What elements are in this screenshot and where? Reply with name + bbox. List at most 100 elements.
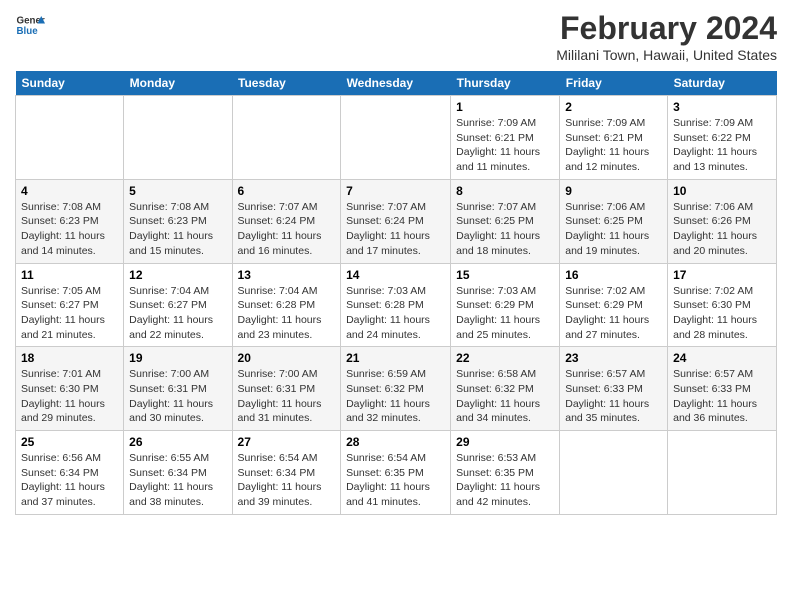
day-info: Sunrise: 7:08 AM Sunset: 6:23 PM Dayligh… bbox=[129, 200, 226, 259]
calendar-cell bbox=[560, 431, 668, 515]
logo-icon: General Blue bbox=[15, 10, 45, 40]
calendar-cell: 20 Sunrise: 7:00 AM Sunset: 6:31 PM Dayli… bbox=[232, 347, 341, 431]
calendar-cell: 11 Sunrise: 7:05 AM Sunset: 6:27 PM Dayli… bbox=[16, 263, 124, 347]
calendar-cell: 21 Sunrise: 6:59 AM Sunset: 6:32 PM Dayli… bbox=[341, 347, 451, 431]
day-info: Sunrise: 7:08 AM Sunset: 6:23 PM Dayligh… bbox=[21, 200, 118, 259]
day-info: Sunrise: 6:54 AM Sunset: 6:34 PM Dayligh… bbox=[238, 451, 336, 510]
calendar-cell: 19 Sunrise: 7:00 AM Sunset: 6:31 PM Dayli… bbox=[124, 347, 232, 431]
calendar-cell: 29 Sunrise: 6:53 AM Sunset: 6:35 PM Dayli… bbox=[451, 431, 560, 515]
day-info: Sunrise: 7:06 AM Sunset: 6:26 PM Dayligh… bbox=[673, 200, 771, 259]
calendar-cell: 10 Sunrise: 7:06 AM Sunset: 6:26 PM Dayli… bbox=[668, 179, 777, 263]
day-info: Sunrise: 6:57 AM Sunset: 6:33 PM Dayligh… bbox=[673, 367, 771, 426]
day-info: Sunrise: 6:59 AM Sunset: 6:32 PM Dayligh… bbox=[346, 367, 445, 426]
calendar-cell: 18 Sunrise: 7:01 AM Sunset: 6:30 PM Dayli… bbox=[16, 347, 124, 431]
day-header-saturday: Saturday bbox=[668, 71, 777, 96]
day-number: 16 bbox=[565, 268, 662, 282]
calendar-cell: 27 Sunrise: 6:54 AM Sunset: 6:34 PM Dayli… bbox=[232, 431, 341, 515]
logo: General Blue bbox=[15, 10, 45, 40]
day-headers-row: SundayMondayTuesdayWednesdayThursdayFrid… bbox=[16, 71, 777, 96]
day-info: Sunrise: 7:09 AM Sunset: 6:22 PM Dayligh… bbox=[673, 116, 771, 175]
day-info: Sunrise: 7:01 AM Sunset: 6:30 PM Dayligh… bbox=[21, 367, 118, 426]
day-header-monday: Monday bbox=[124, 71, 232, 96]
day-number: 3 bbox=[673, 100, 771, 114]
calendar-cell: 14 Sunrise: 7:03 AM Sunset: 6:28 PM Dayli… bbox=[341, 263, 451, 347]
day-info: Sunrise: 7:00 AM Sunset: 6:31 PM Dayligh… bbox=[129, 367, 226, 426]
calendar-cell bbox=[16, 96, 124, 180]
day-number: 13 bbox=[238, 268, 336, 282]
day-info: Sunrise: 7:04 AM Sunset: 6:28 PM Dayligh… bbox=[238, 284, 336, 343]
day-number: 19 bbox=[129, 351, 226, 365]
day-info: Sunrise: 7:02 AM Sunset: 6:29 PM Dayligh… bbox=[565, 284, 662, 343]
calendar-cell: 15Sunrise: 7:03 AM Sunset: 6:29 PM Dayli… bbox=[451, 263, 560, 347]
day-number: 29 bbox=[456, 435, 554, 449]
calendar-cell: 24 Sunrise: 6:57 AM Sunset: 6:33 PM Dayli… bbox=[668, 347, 777, 431]
calendar-week-3: 11 Sunrise: 7:05 AM Sunset: 6:27 PM Dayli… bbox=[16, 263, 777, 347]
day-info: Sunrise: 7:02 AM Sunset: 6:30 PM Dayligh… bbox=[673, 284, 771, 343]
calendar-week-5: 25Sunrise: 6:56 AM Sunset: 6:34 PM Dayli… bbox=[16, 431, 777, 515]
day-number: 2 bbox=[565, 100, 662, 114]
calendar-cell: 23 Sunrise: 6:57 AM Sunset: 6:33 PM Dayli… bbox=[560, 347, 668, 431]
day-number: 20 bbox=[238, 351, 336, 365]
calendar-week-4: 18 Sunrise: 7:01 AM Sunset: 6:30 PM Dayli… bbox=[16, 347, 777, 431]
day-info: Sunrise: 6:58 AM Sunset: 6:32 PM Dayligh… bbox=[456, 367, 554, 426]
day-number: 26 bbox=[129, 435, 226, 449]
calendar-cell: 4 Sunrise: 7:08 AM Sunset: 6:23 PM Daylig… bbox=[16, 179, 124, 263]
calendar-week-1: 1 Sunrise: 7:09 AM Sunset: 6:21 PM Daylig… bbox=[16, 96, 777, 180]
page-title: February 2024 bbox=[556, 10, 777, 47]
day-header-wednesday: Wednesday bbox=[341, 71, 451, 96]
day-number: 14 bbox=[346, 268, 445, 282]
calendar-cell: 5 Sunrise: 7:08 AM Sunset: 6:23 PM Daylig… bbox=[124, 179, 232, 263]
day-header-sunday: Sunday bbox=[16, 71, 124, 96]
day-info: Sunrise: 7:03 AM Sunset: 6:28 PM Dayligh… bbox=[346, 284, 445, 343]
page-subtitle: Mililani Town, Hawaii, United States bbox=[556, 47, 777, 63]
day-number: 5 bbox=[129, 184, 226, 198]
day-number: 10 bbox=[673, 184, 771, 198]
day-info: Sunrise: 7:09 AM Sunset: 6:21 PM Dayligh… bbox=[456, 116, 554, 175]
day-number: 22 bbox=[456, 351, 554, 365]
calendar-week-2: 4 Sunrise: 7:08 AM Sunset: 6:23 PM Daylig… bbox=[16, 179, 777, 263]
calendar-table: SundayMondayTuesdayWednesdayThursdayFrid… bbox=[15, 71, 777, 515]
day-number: 23 bbox=[565, 351, 662, 365]
calendar-cell: 2 Sunrise: 7:09 AM Sunset: 6:21 PM Daylig… bbox=[560, 96, 668, 180]
day-header-thursday: Thursday bbox=[451, 71, 560, 96]
calendar-cell: 9 Sunrise: 7:06 AM Sunset: 6:25 PM Daylig… bbox=[560, 179, 668, 263]
calendar-cell: 13 Sunrise: 7:04 AM Sunset: 6:28 PM Dayli… bbox=[232, 263, 341, 347]
day-info: Sunrise: 7:03 AM Sunset: 6:29 PM Dayligh… bbox=[456, 284, 554, 343]
calendar-cell bbox=[341, 96, 451, 180]
calendar-cell: 6Sunrise: 7:07 AM Sunset: 6:24 PM Daylig… bbox=[232, 179, 341, 263]
day-number: 11 bbox=[21, 268, 118, 282]
calendar-cell bbox=[232, 96, 341, 180]
calendar-cell: 22 Sunrise: 6:58 AM Sunset: 6:32 PM Dayli… bbox=[451, 347, 560, 431]
day-number: 1 bbox=[456, 100, 554, 114]
day-number: 9 bbox=[565, 184, 662, 198]
svg-text:Blue: Blue bbox=[17, 26, 39, 37]
day-info: Sunrise: 6:55 AM Sunset: 6:34 PM Dayligh… bbox=[129, 451, 226, 510]
day-info: Sunrise: 7:07 AM Sunset: 6:25 PM Dayligh… bbox=[456, 200, 554, 259]
day-info: Sunrise: 7:09 AM Sunset: 6:21 PM Dayligh… bbox=[565, 116, 662, 175]
calendar-cell bbox=[668, 431, 777, 515]
day-info: Sunrise: 7:00 AM Sunset: 6:31 PM Dayligh… bbox=[238, 367, 336, 426]
day-info: Sunrise: 7:06 AM Sunset: 6:25 PM Dayligh… bbox=[565, 200, 662, 259]
day-number: 18 bbox=[21, 351, 118, 365]
day-info: Sunrise: 6:57 AM Sunset: 6:33 PM Dayligh… bbox=[565, 367, 662, 426]
day-info: Sunrise: 6:54 AM Sunset: 6:35 PM Dayligh… bbox=[346, 451, 445, 510]
day-number: 4 bbox=[21, 184, 118, 198]
calendar-cell: 26 Sunrise: 6:55 AM Sunset: 6:34 PM Dayli… bbox=[124, 431, 232, 515]
day-info: Sunrise: 7:04 AM Sunset: 6:27 PM Dayligh… bbox=[129, 284, 226, 343]
day-info: Sunrise: 7:07 AM Sunset: 6:24 PM Dayligh… bbox=[346, 200, 445, 259]
calendar-cell: 8Sunrise: 7:07 AM Sunset: 6:25 PM Daylig… bbox=[451, 179, 560, 263]
day-number: 6 bbox=[238, 184, 336, 198]
calendar-cell: 28 Sunrise: 6:54 AM Sunset: 6:35 PM Dayli… bbox=[341, 431, 451, 515]
day-number: 7 bbox=[346, 184, 445, 198]
title-block: February 2024 Mililani Town, Hawaii, Uni… bbox=[556, 10, 777, 63]
day-info: Sunrise: 6:53 AM Sunset: 6:35 PM Dayligh… bbox=[456, 451, 554, 510]
day-number: 27 bbox=[238, 435, 336, 449]
calendar-cell: 16 Sunrise: 7:02 AM Sunset: 6:29 PM Dayli… bbox=[560, 263, 668, 347]
day-number: 28 bbox=[346, 435, 445, 449]
day-header-tuesday: Tuesday bbox=[232, 71, 341, 96]
day-number: 21 bbox=[346, 351, 445, 365]
calendar-cell: 12Sunrise: 7:04 AM Sunset: 6:27 PM Dayli… bbox=[124, 263, 232, 347]
day-info: Sunrise: 7:05 AM Sunset: 6:27 PM Dayligh… bbox=[21, 284, 118, 343]
day-number: 17 bbox=[673, 268, 771, 282]
day-number: 24 bbox=[673, 351, 771, 365]
